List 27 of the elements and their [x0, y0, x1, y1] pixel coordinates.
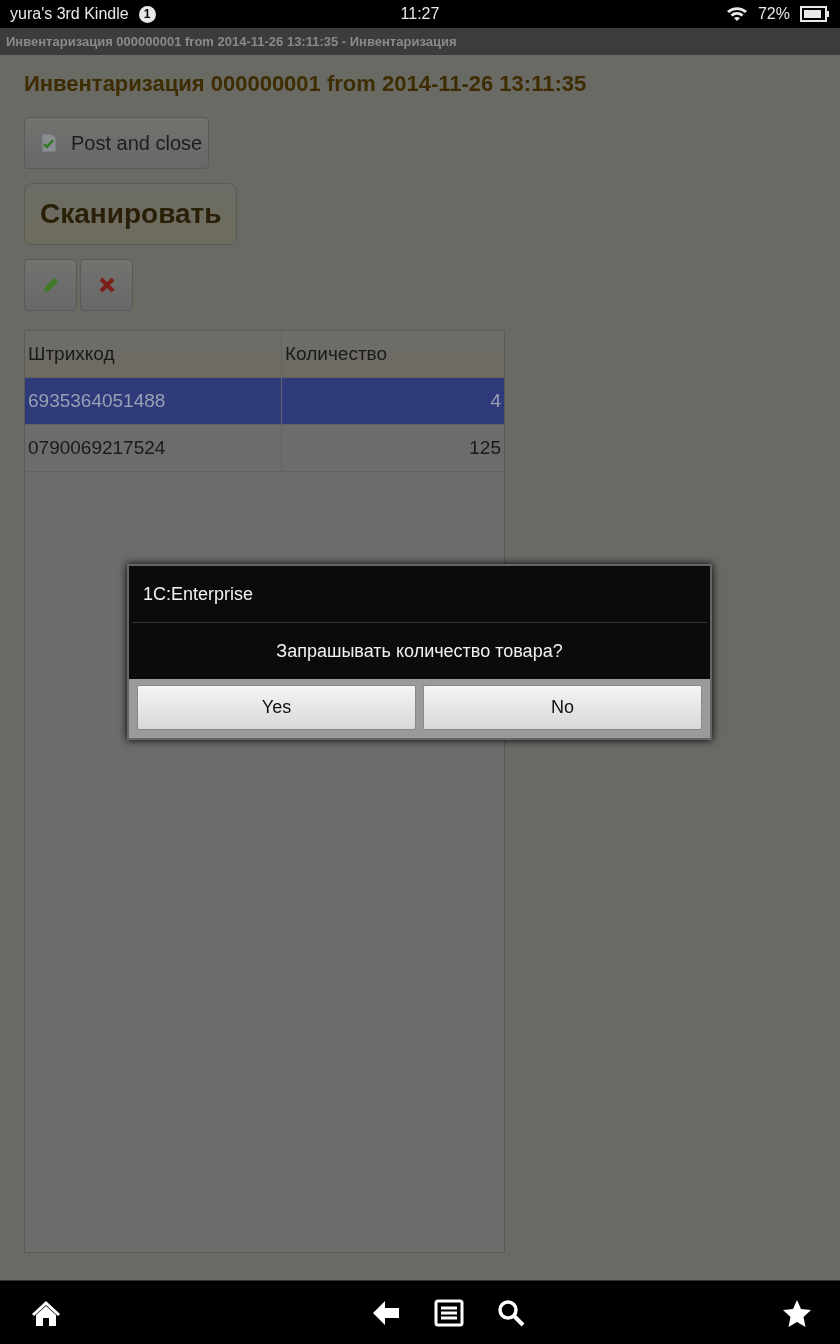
dialog-message: Запрашывать количество товара? [275, 639, 564, 663]
table-cell: 6935364051488 [25, 378, 282, 424]
wifi-icon [725, 6, 748, 22]
yes-button[interactable]: Yes [137, 685, 416, 730]
table-cell-text: 125 [468, 436, 502, 460]
close-icon [98, 277, 115, 293]
pencil-icon [41, 276, 60, 294]
battery-icon [800, 6, 830, 22]
scan-button[interactable]: Сканировать [24, 183, 238, 245]
search-icon[interactable] [497, 1298, 525, 1327]
post-and-close-button[interactable]: Post and close [24, 117, 210, 169]
menu-icon[interactable] [434, 1298, 464, 1327]
battery-percent: 72% [757, 5, 790, 23]
window-title: Инвентаризация 000000001 from 2014-11-26 13:11:35 - Инвентаризация [0, 28, 840, 55]
document-heading: Инвентаризация 000000001 from 2014-11-26 13:11:35 [24, 71, 588, 97]
clock-time: 11:27 [400, 5, 440, 22]
document-check-icon [41, 133, 57, 153]
notification-badge: 1 [138, 5, 156, 23]
star-icon[interactable] [782, 1298, 812, 1327]
home-icon[interactable] [30, 1298, 62, 1327]
no-button[interactable]: No [423, 685, 702, 730]
dialog-title: 1C:Enterprise [132, 566, 707, 623]
column-header[interactable]: Количество [282, 331, 504, 377]
table-cell: 0790069217524 [25, 425, 282, 471]
device-name: yura's 3rd Kindle [10, 5, 129, 23]
column-header[interactable]: Штрихкод [25, 331, 282, 377]
table-cell-text: 4 [489, 389, 502, 413]
